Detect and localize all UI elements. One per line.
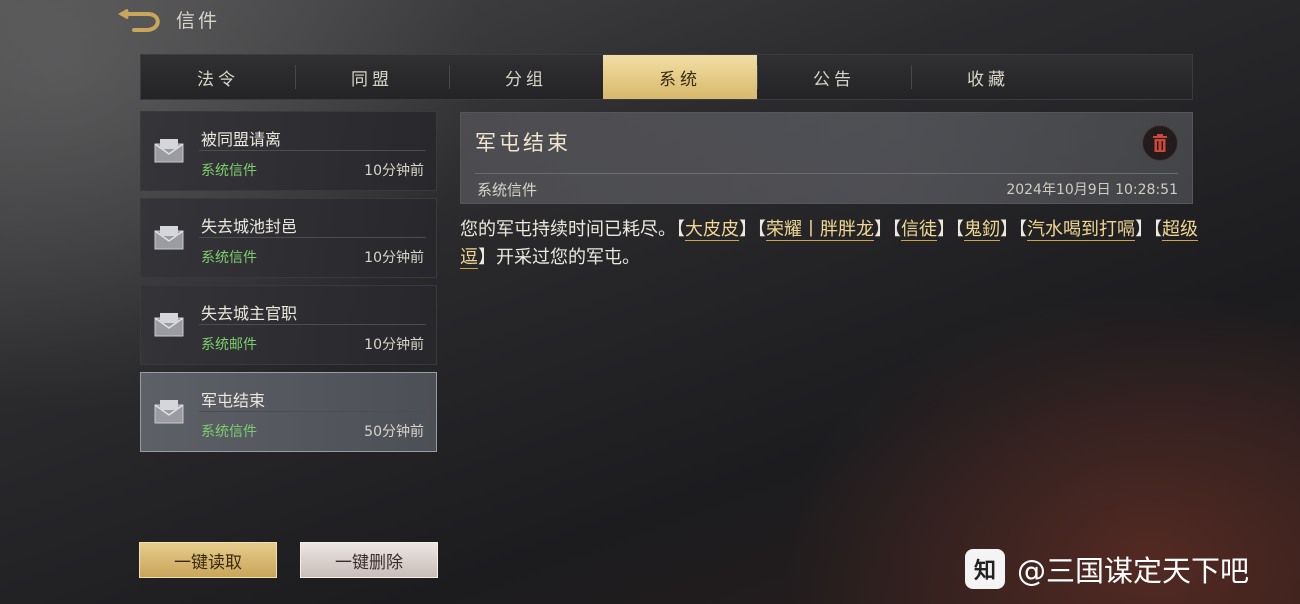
mail-detail-type: 系统信件 bbox=[477, 181, 538, 199]
mail-list-item-selected[interactable]: 军屯结束 系统信件 50分钟前 bbox=[140, 372, 437, 452]
read-all-button[interactable]: 一键读取 bbox=[139, 542, 277, 578]
tab-system[interactable]: 系统 bbox=[603, 55, 757, 99]
mail-subject: 失去城主官职 bbox=[201, 304, 298, 323]
envelope-icon bbox=[154, 313, 184, 337]
mail-type: 系统信件 bbox=[201, 163, 257, 179]
mail-list-item[interactable]: 失去城主官职 系统邮件 10分钟前 bbox=[140, 285, 437, 365]
divider bbox=[199, 411, 426, 412]
watermark-text: @三国谋定天下吧 bbox=[1017, 554, 1250, 588]
body-text: 开采过您的军屯。 bbox=[496, 247, 640, 268]
player-link[interactable]: 荣耀丨胖胖龙 bbox=[766, 219, 874, 241]
mail-detail-body: 您的军屯持续时间已耗尽。【大皮皮】【荣耀丨胖胖龙】【信徒】【鬼釰】【汽水喝到打嗝… bbox=[460, 219, 1198, 269]
mail-subject: 被同盟请离 bbox=[201, 130, 282, 149]
divider bbox=[475, 173, 1178, 174]
mail-time: 50分钟前 bbox=[364, 424, 424, 440]
mail-list-item[interactable]: 被同盟请离 系统信件 10分钟前 bbox=[140, 111, 437, 191]
zhihu-logo-icon: 知 bbox=[965, 549, 1005, 589]
mail-list-item[interactable]: 失去城池封邑 系统信件 10分钟前 bbox=[140, 198, 437, 278]
mail-detail-header: 军屯结束 系统信件 2024年10月9日 10:28:51 bbox=[460, 112, 1193, 204]
delete-all-button[interactable]: 一键删除 bbox=[300, 542, 438, 578]
player-link[interactable]: 信徒 bbox=[901, 219, 937, 241]
mail-type: 系统信件 bbox=[201, 424, 257, 440]
divider bbox=[199, 150, 426, 151]
top-bar: 信件 bbox=[0, 0, 1300, 40]
tab-favorites[interactable]: 收藏 bbox=[911, 55, 1065, 99]
divider bbox=[199, 237, 426, 238]
mail-tabs: 法令 同盟 分组 系统 公告 收藏 bbox=[140, 54, 1193, 100]
mail-type: 系统邮件 bbox=[201, 337, 257, 353]
body-text: 您的军屯持续时间已耗尽。 bbox=[460, 219, 676, 240]
player-link[interactable]: 鬼釰 bbox=[964, 219, 1000, 241]
mail-subject: 失去城池封邑 bbox=[201, 217, 298, 236]
player-link[interactable]: 汽水喝到打嗝 bbox=[1027, 219, 1135, 241]
trash-icon bbox=[1153, 134, 1167, 152]
delete-mail-button[interactable] bbox=[1142, 125, 1178, 161]
mail-time: 10分钟前 bbox=[364, 337, 424, 353]
envelope-icon bbox=[154, 400, 184, 424]
tab-groups[interactable]: 分组 bbox=[449, 55, 603, 99]
mail-time: 10分钟前 bbox=[364, 250, 424, 266]
mail-type: 系统信件 bbox=[201, 250, 257, 266]
mail-detail-title: 军屯结束 bbox=[475, 131, 571, 155]
mail-time: 10分钟前 bbox=[364, 163, 424, 179]
divider bbox=[199, 324, 426, 325]
watermark: 知 @三国谋定天下吧 bbox=[965, 548, 1249, 590]
player-link[interactable]: 大皮皮 bbox=[685, 219, 739, 241]
tab-decrees[interactable]: 法令 bbox=[141, 55, 295, 99]
page-title: 信件 bbox=[176, 10, 221, 32]
mail-detail-date: 2024年10月9日 10:28:51 bbox=[1006, 182, 1178, 198]
envelope-icon bbox=[154, 139, 184, 163]
mail-subject: 军屯结束 bbox=[201, 391, 266, 410]
tab-announcements[interactable]: 公告 bbox=[757, 55, 911, 99]
back-arrow-icon[interactable] bbox=[118, 8, 166, 34]
tab-alliance[interactable]: 同盟 bbox=[295, 55, 449, 99]
envelope-icon bbox=[154, 226, 184, 250]
